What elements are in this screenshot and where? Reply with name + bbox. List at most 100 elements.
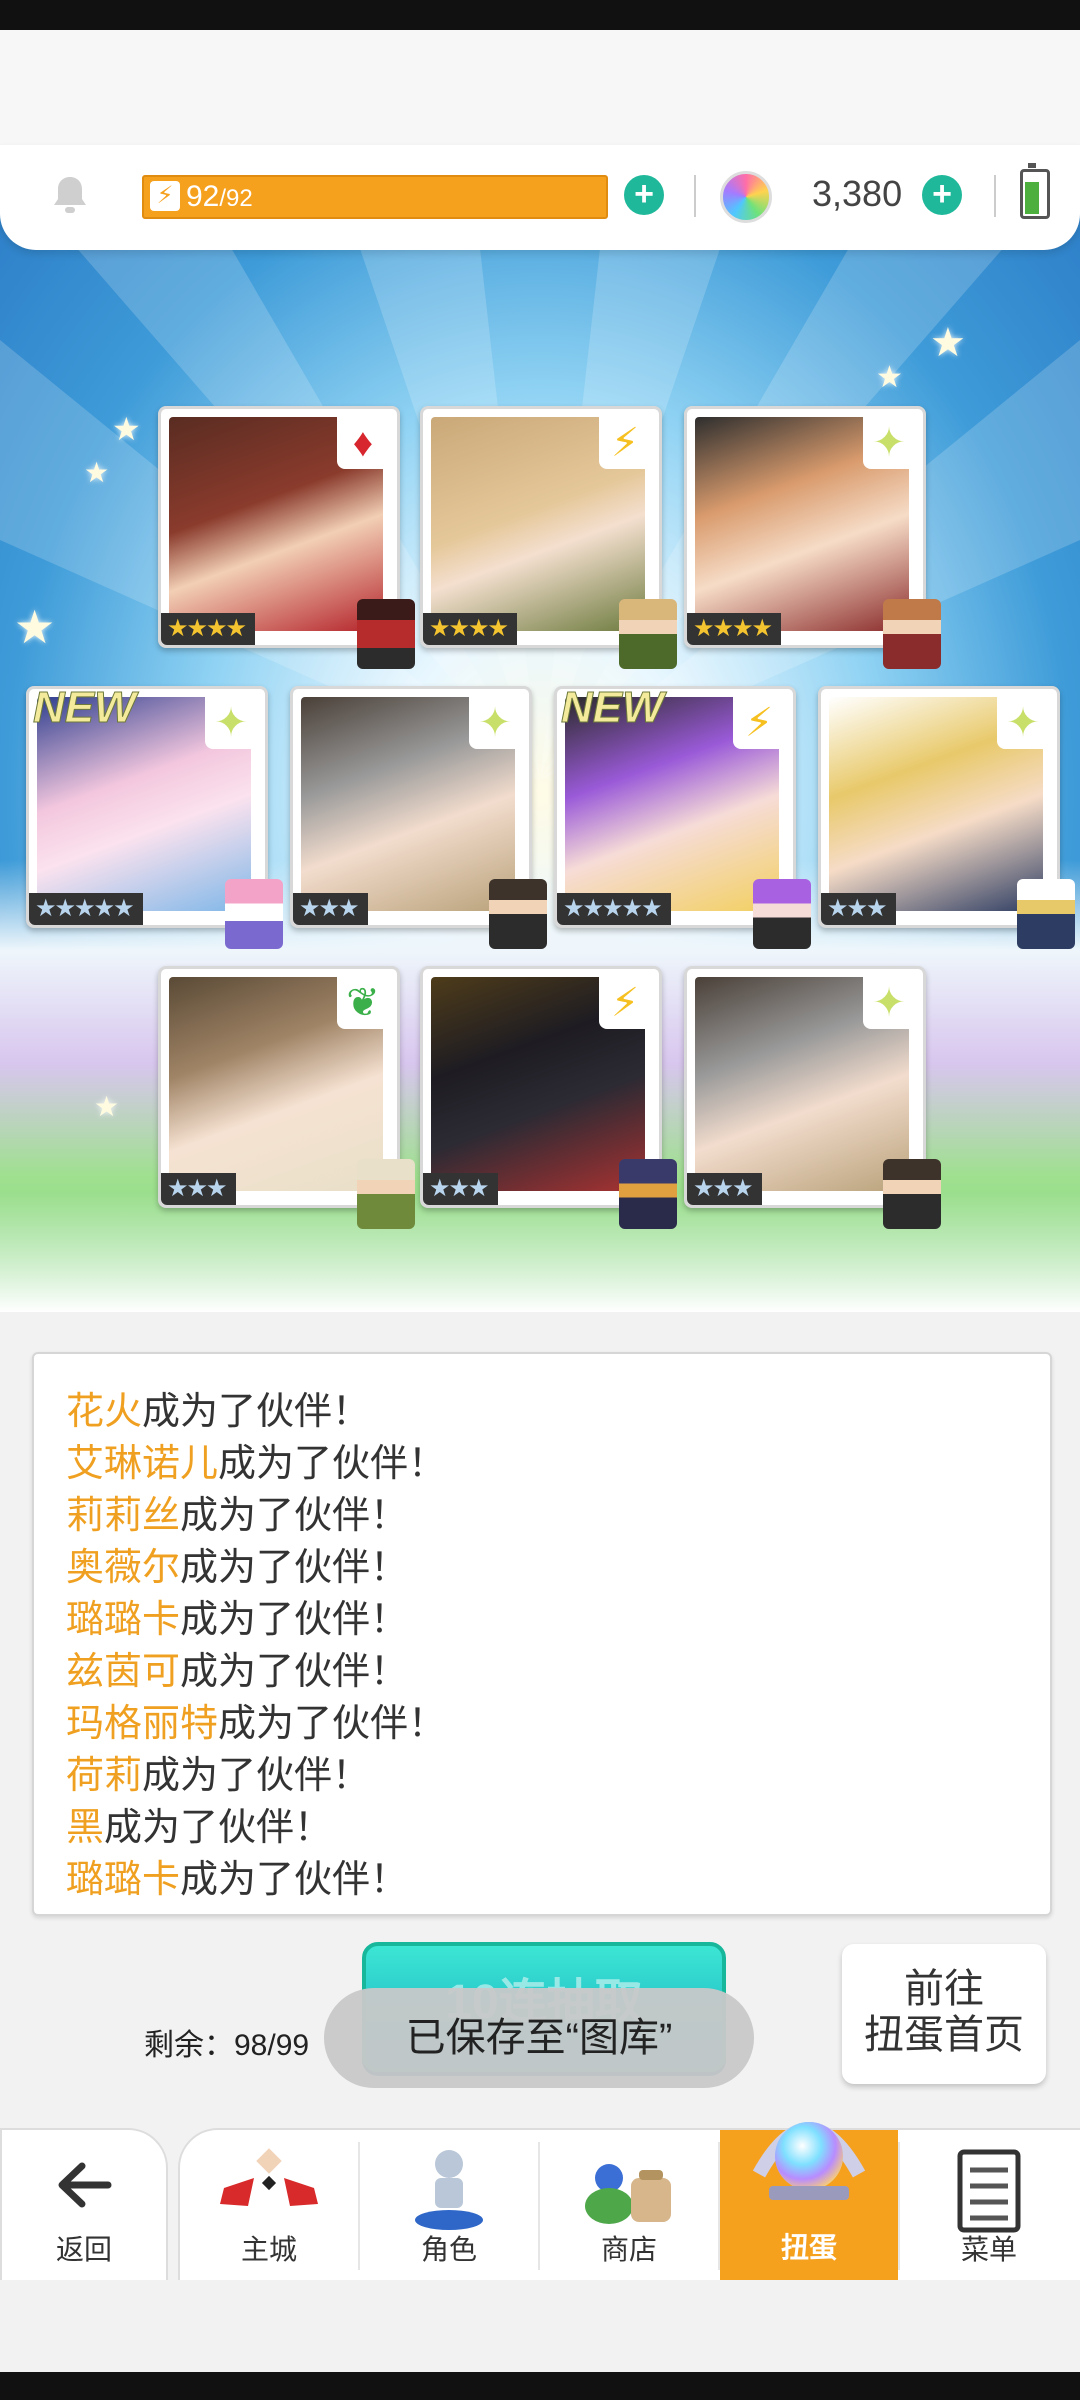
character-card[interactable]: ✦ ★★★★ [684,406,941,669]
nav-label: 商店 [600,2234,657,2265]
gacha-orb-icon [752,2122,866,2200]
arrow-left-icon [58,2162,112,2208]
shop-bag-icon [585,2164,671,2224]
log-line: 奥薇尔成为了伙伴！ [66,1547,409,1589]
nav-label: 菜单 [960,2234,1017,2265]
star-icon: ★ [94,1091,120,1122]
star-rating: ★★★ [423,1173,498,1205]
pixel-sprite-icon [1017,879,1075,949]
star-rating: ★★★★ [161,613,256,645]
character-card[interactable]: ✦ ★★★ [290,686,547,949]
bottom-nav: 返回 主城 角色 商店 扭蛋 菜单 [0,2122,1080,2284]
character-card[interactable]: ⚡ ★★★ [420,966,677,1229]
log-line: 莉莉丝成为了伙伴！ [66,1495,409,1537]
energy-bar: ⚡ 92/92 [142,175,608,219]
top-margin [0,30,1080,150]
character-icon [415,2150,483,2230]
system-status-bar [0,0,1080,30]
star-rating: ★★★ [293,893,368,925]
pixel-sprite-icon [357,599,415,669]
nav-label: 扭蛋 [780,2232,837,2263]
log-line: 黑成为了伙伴！ [66,1807,333,1849]
star-icon: ★ [112,411,141,447]
pixel-sprite-icon [619,599,677,669]
character-card[interactable]: ✦ ★★★ [684,966,941,1229]
saved-toast: 已保存至“图库” [324,1988,754,2088]
menu-list-icon [957,2149,1021,2233]
divider [994,175,996,217]
star-icon: ★ [14,601,56,653]
sparkle-attribute-icon: ✦ [205,697,257,749]
nav-item-gacha[interactable]: 扭蛋 [720,2122,898,2280]
star-rating: ★★★★ [423,613,518,645]
star-icon: ★ [930,321,966,365]
add-energy-button[interactable]: + [624,175,664,215]
nav-label: 角色 [420,2234,477,2265]
character-card[interactable]: ❦ ★★★ [158,966,415,1229]
sparkle-attribute-icon: ✦ [997,697,1049,749]
star-rating: ★★★ [687,1173,762,1205]
pixel-sprite-icon [883,599,941,669]
pixel-sprite-icon [489,879,547,949]
goto-line1: 前往 [904,1967,984,2011]
pixel-sprite-icon [753,879,811,949]
gem-count: 3,380 [812,173,903,214]
divider [694,175,696,217]
pixel-sprite-icon [225,879,283,949]
character-card[interactable]: ⚡ NEW ★★★★★ [554,683,811,949]
nav-item-town[interactable]: 主城 [180,2130,358,2282]
back-label: 返回 [55,2234,112,2265]
remaining-count: 剩余：98/99 [144,2029,310,2062]
nav-item-shop[interactable]: 商店 [540,2130,718,2282]
pixel-sprite-icon [357,1159,415,1229]
result-log[interactable]: 花火成为了伙伴！ 艾琳诺儿成为了伙伴！ 莉莉丝成为了伙伴！ 奥薇尔成为了伙伴！ … [32,1352,1052,1916]
leaf-attribute-icon: ❦ [337,977,389,1029]
diamond-attribute-icon: ♦ [337,417,389,469]
lightning-attribute-icon: ⚡ [599,977,651,1029]
log-line: 璐璐卡成为了伙伴！ [66,1859,409,1901]
battery-icon [1020,163,1050,219]
new-badge: NEW [561,683,665,733]
sparkle-attribute-icon: ✦ [863,417,915,469]
bell-icon[interactable] [48,173,92,217]
star-icon: ★ [84,457,110,488]
goto-line2: 扭蛋首页 [864,2013,1024,2057]
star-icon: ★ [876,361,903,394]
add-gems-button[interactable]: + [922,175,962,215]
star-rating: ★★★★★ [29,893,143,925]
back-button[interactable]: 返回 [0,2128,168,2284]
sparkle-attribute-icon: ✦ [469,697,521,749]
gem-icon [720,171,772,223]
nav-strip: 主城 角色 商店 扭蛋 菜单 [178,2122,1080,2284]
star-rating: ★★★ [161,1173,236,1205]
log-line: 荷莉成为了伙伴！ [66,1755,371,1797]
pixel-sprite-icon [883,1159,941,1229]
star-rating: ★★★★★ [557,893,671,925]
nav-label: 主城 [240,2234,297,2265]
town-icon [220,2148,318,2206]
new-badge: NEW [33,683,137,733]
pixel-sprite-icon [619,1159,677,1229]
gacha-result-stage: ★ ★ ★ ★ ★ ★ ♦ ★★★★ ⚡ ★★★★ ✦ ★★★★ ✦ NEW ★… [0,160,1080,1312]
log-line: 艾琳诺儿成为了伙伴！ [66,1443,447,1485]
log-line: 玛格丽特成为了伙伴！ [66,1703,447,1745]
character-card[interactable]: ✦ ★★★ [818,686,1075,949]
star-rating: ★★★★ [687,613,782,645]
goto-gacha-home-button[interactable]: 前往 扭蛋首页 [842,1944,1046,2084]
nav-item-characters[interactable]: 角色 [360,2130,538,2282]
bottom-margin [0,2280,1080,2372]
character-card[interactable]: ♦ ★★★★ [158,406,415,669]
lightning-icon: ⚡ [150,181,180,211]
log-line: 花火成为了伙伴！ [66,1391,371,1433]
resource-hud: ⚡ 92/92 + 3,380 + [0,145,1080,250]
log-line: 璐璐卡成为了伙伴！ [66,1599,409,1641]
system-nav-bar [0,2372,1080,2400]
log-line: 兹茵可成为了伙伴！ [66,1651,409,1693]
character-card[interactable]: ✦ NEW ★★★★★ [26,683,283,949]
lightning-attribute-icon: ⚡ [733,697,785,749]
character-card[interactable]: ⚡ ★★★★ [420,406,677,669]
star-rating: ★★★ [821,893,896,925]
lightning-attribute-icon: ⚡ [599,417,651,469]
sparkle-attribute-icon: ✦ [863,977,915,1029]
nav-item-menu[interactable]: 菜单 [900,2130,1078,2282]
